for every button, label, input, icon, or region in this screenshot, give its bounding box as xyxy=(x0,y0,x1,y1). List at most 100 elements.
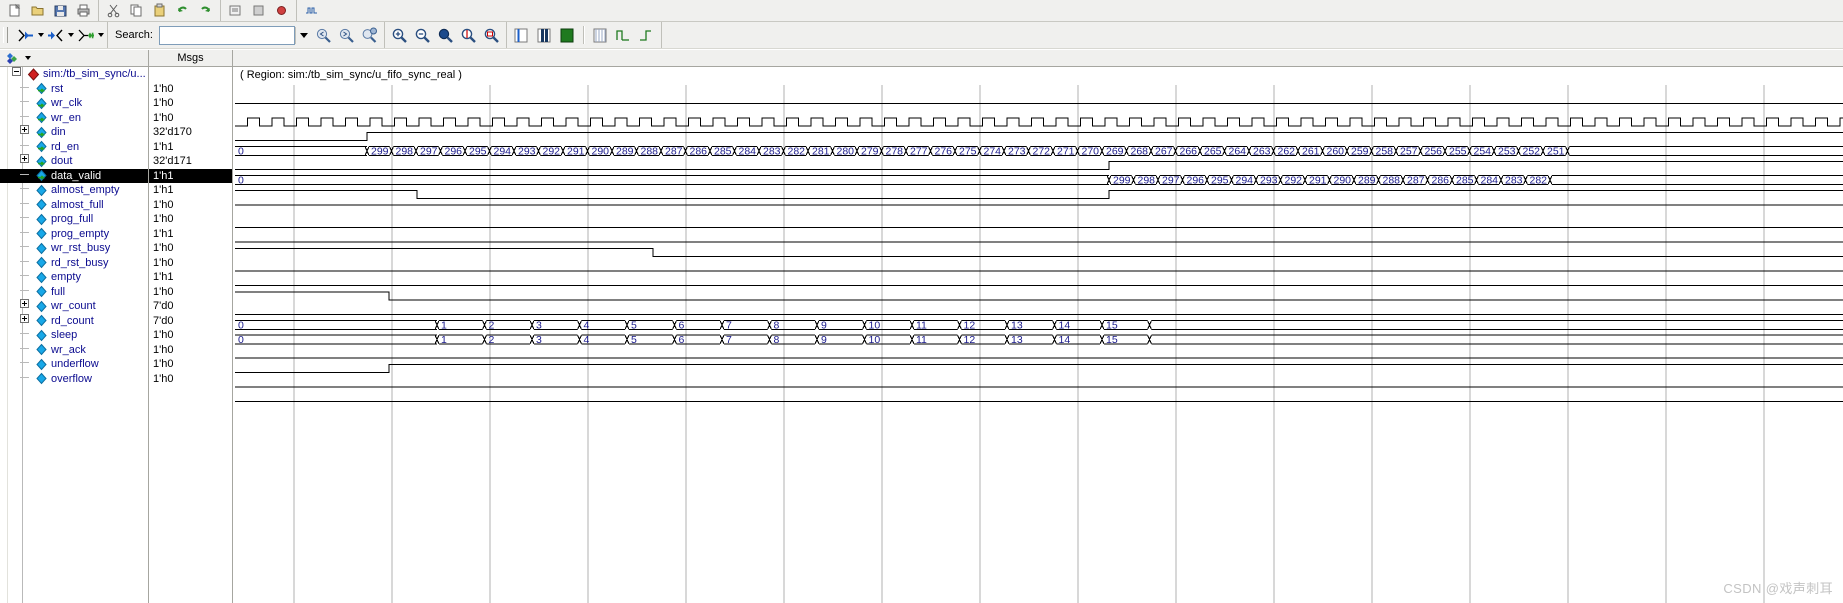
signal-value-cell: 1'h0 xyxy=(153,97,174,109)
bus-value-label: 281 xyxy=(812,146,830,158)
bus-value-label: 298 xyxy=(396,146,414,158)
chevron-down-icon[interactable] xyxy=(68,33,74,37)
bus-value-label: 287 xyxy=(1407,175,1425,187)
redo-icon[interactable] xyxy=(195,0,216,21)
insert-cursor-icon[interactable] xyxy=(511,25,532,46)
toolbar-group-zoom xyxy=(385,22,507,48)
bus-value-label: 13 xyxy=(1011,334,1023,346)
cut-icon[interactable] xyxy=(103,0,124,21)
msgs-header-label: Msgs xyxy=(177,52,204,64)
bus-value-label: 3 xyxy=(536,320,542,332)
toolbar-group-file xyxy=(0,0,99,21)
search-input-wrap[interactable] xyxy=(158,25,295,45)
signal-row-almost_full[interactable]: almost_full xyxy=(0,198,148,213)
expand-icon[interactable] xyxy=(20,125,29,134)
signal-in-icon[interactable] xyxy=(15,25,36,46)
search-input[interactable] xyxy=(159,26,294,44)
signal-row-data_valid[interactable]: data_valid xyxy=(0,168,148,183)
paste-icon[interactable] xyxy=(149,0,170,21)
wave-window-icon[interactable] xyxy=(301,0,322,21)
signal-row-wr_en[interactable]: wr_en xyxy=(0,111,148,126)
chevron-down-icon[interactable] xyxy=(25,56,31,60)
wave-left-icon[interactable] xyxy=(613,25,634,46)
search-dropdown-button[interactable] xyxy=(294,26,312,44)
signal-row-overflow[interactable]: overflow xyxy=(0,372,148,387)
signal-row-rd_rst_busy[interactable]: rd_rst_busy xyxy=(0,256,148,271)
save-icon[interactable] xyxy=(50,0,71,21)
collapse-icon[interactable] xyxy=(12,67,21,76)
signal-row-almost_empty[interactable]: almost_empty xyxy=(0,183,148,198)
find-next-icon[interactable] xyxy=(336,25,357,46)
simulate-icon[interactable] xyxy=(248,0,269,21)
toolbar-grip[interactable] xyxy=(3,27,8,43)
input-signal-icon xyxy=(35,126,48,139)
bus-value-label: 257 xyxy=(1400,146,1418,158)
bus-value-label: 286 xyxy=(1432,175,1450,187)
signal-group-icon[interactable] xyxy=(75,25,96,46)
signal-row-rd_en[interactable]: rd_en xyxy=(0,140,148,155)
new-file-icon[interactable] xyxy=(4,0,25,21)
signal-row-full[interactable]: full xyxy=(0,285,148,300)
signal-row-prog_empty[interactable]: prog_empty xyxy=(0,227,148,242)
copy-icon[interactable] xyxy=(126,0,147,21)
wave-grid-icon[interactable] xyxy=(590,25,611,46)
bus-value-label: 298 xyxy=(1138,175,1156,187)
compile-icon[interactable] xyxy=(225,0,246,21)
signal-name-label: empty xyxy=(51,271,81,284)
chevron-down-icon[interactable] xyxy=(98,33,104,37)
signal-out-icon[interactable] xyxy=(45,25,66,46)
open-icon[interactable] xyxy=(27,0,48,21)
expand-icon[interactable] xyxy=(20,299,29,308)
zoom-out-icon[interactable] xyxy=(412,25,433,46)
wave-fill-icon[interactable] xyxy=(557,25,578,46)
print-icon[interactable] xyxy=(73,0,94,21)
signal-row-dout[interactable]: dout xyxy=(0,154,148,169)
waveform-pane[interactable]: ( Region: sim:/tb_sim_sync/u_fifo_sync_r… xyxy=(232,50,1843,603)
zoom-in-icon[interactable] xyxy=(389,25,410,46)
signal-names-pane: sim:/tb_sim_sync/u... rst wr_clk wr_en din rd… xyxy=(0,50,148,603)
signal-value-list: 1'h0 1'h0 1'h0 32'd170 1'h1 32'd171 1'h1 1'h1 1'… xyxy=(149,67,232,386)
signal-row-wr_rst_busy[interactable]: wr_rst_busy xyxy=(0,241,148,256)
signal-row-din[interactable]: din xyxy=(0,125,148,140)
signal-row-underflow[interactable]: underflow xyxy=(0,357,148,372)
zoom-cursor-icon[interactable] xyxy=(458,25,479,46)
signal-row-rd_count[interactable]: rd_count xyxy=(0,313,148,329)
zoom-range-icon[interactable] xyxy=(481,25,502,46)
signal-value-cell: 1'h1 xyxy=(153,140,174,153)
wave-right-icon[interactable] xyxy=(636,25,657,46)
objects-icon[interactable] xyxy=(0,52,31,65)
bus-value-label: 1 xyxy=(441,320,447,332)
tree-connector xyxy=(20,125,35,140)
bus-value-label: 8 xyxy=(774,320,780,332)
expand-icon[interactable] xyxy=(20,313,29,323)
expand-icon[interactable] xyxy=(20,154,29,163)
signal-value-cell: 1'h1 xyxy=(153,227,174,240)
signal-name-label: rd_en xyxy=(51,140,80,153)
signal-row-empty[interactable]: empty xyxy=(0,270,148,285)
chevron-down-icon[interactable] xyxy=(38,33,44,37)
signal-row-wr_count[interactable]: wr_count xyxy=(0,299,148,314)
signal-row-wr_clk[interactable]: wr_clk xyxy=(0,96,148,111)
find-options-icon[interactable] xyxy=(359,25,380,46)
bus-value-label: 282 xyxy=(1530,175,1548,187)
signal-row-simtb_sim_syncu[interactable]: sim:/tb_sim_sync/u... xyxy=(0,67,148,82)
signal-row-wr_ack[interactable]: wr_ack xyxy=(0,343,148,358)
bus-value-label: 294 xyxy=(494,146,512,158)
wave-main-area: sim:/tb_sim_sync/u... rst wr_clk wr_en din rd… xyxy=(0,50,1843,603)
signal-row-rst[interactable]: rst xyxy=(0,82,148,97)
wave-format-icon[interactable] xyxy=(534,25,555,46)
zoom-full-icon[interactable] xyxy=(435,25,456,46)
bus-value-label: 2 xyxy=(489,320,495,332)
undo-icon[interactable] xyxy=(172,0,193,21)
signal-name-label: sim:/tb_sim_sync/u... xyxy=(43,68,146,81)
signal-value-cell: 1'h0 xyxy=(153,358,174,370)
signal-names-body[interactable]: sim:/tb_sim_sync/u... rst wr_clk wr_en din rd… xyxy=(0,67,148,603)
signal-row-prog_full[interactable]: prog_full xyxy=(0,212,148,227)
bus-value-label: 0 xyxy=(238,320,244,332)
signal-row-sleep[interactable]: sleep xyxy=(0,328,148,343)
input-signal-icon xyxy=(35,111,48,124)
net-signal-icon xyxy=(35,256,48,269)
waveform-canvas[interactable]: 0 299 298 297 296 295 294 293 292 291 290 289 288 287… xyxy=(233,85,1843,603)
break-icon[interactable] xyxy=(271,0,292,21)
find-prev-icon[interactable] xyxy=(313,25,334,46)
